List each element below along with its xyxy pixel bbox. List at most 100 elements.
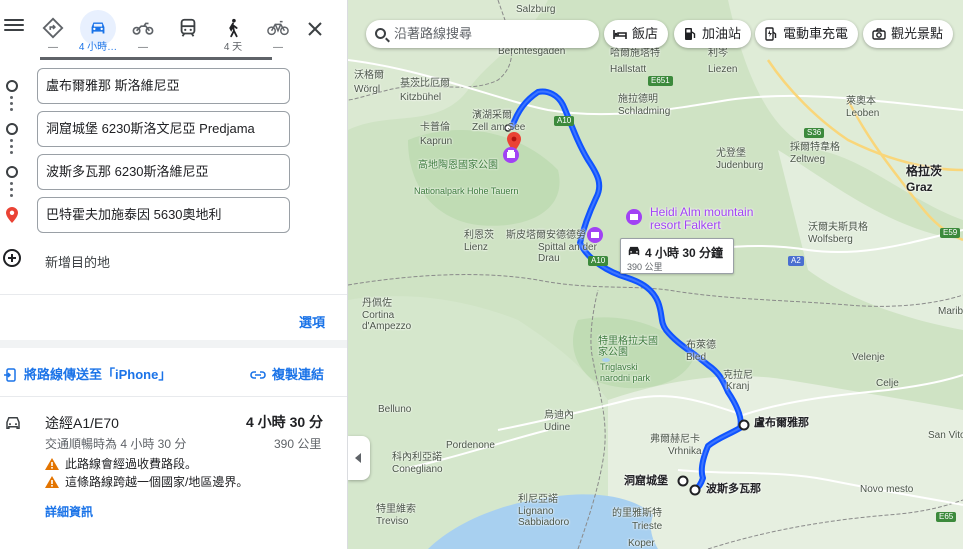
- chip-ev-charging[interactable]: 電動車充電: [755, 20, 859, 48]
- road-shield: E65: [936, 512, 957, 522]
- map-label: San Vito: [928, 430, 963, 441]
- mode-transit[interactable]: [166, 10, 210, 54]
- add-circle-icon: [3, 249, 21, 267]
- chip-hotels[interactable]: 飯店: [604, 20, 669, 48]
- route-traffic-note: 交通順暢時為 4 小時 30 分: [45, 437, 187, 451]
- chip-label: 電動車充電: [783, 26, 849, 41]
- mode-bike[interactable]: —: [256, 10, 300, 54]
- map-label: Koper: [628, 538, 655, 549]
- mode-best[interactable]: —: [31, 10, 75, 54]
- divider: [0, 396, 347, 397]
- road-shield: A10: [554, 116, 575, 126]
- chip-gas-stations[interactable]: 加油站: [674, 20, 752, 48]
- stop-list: 盧布爾雅那 斯洛維尼亞 洞窟城堡 6230斯洛文尼亞 Predjama 波斯多瓦…: [0, 66, 347, 238]
- map-label: Pordenone: [446, 440, 495, 451]
- stop-row: 盧布爾雅那 斯洛維尼亞: [0, 66, 347, 111]
- add-destination-button[interactable]: 新增目的地: [0, 245, 347, 275]
- map-label: Bled: [686, 352, 707, 363]
- destination-pin-icon: [6, 207, 18, 223]
- map-label: Schladming: [618, 106, 671, 117]
- warning-text: 這條路線跨越一個國家/地區邊界。: [65, 475, 249, 489]
- map-label: 濱湖采爾: [472, 110, 512, 121]
- map-label-park: Nationalpark Hohe Tauern: [414, 186, 519, 196]
- route-duration-callout[interactable]: 4 小時 30 分鐘 390 公里: [620, 238, 734, 274]
- mode-walk-label: 4 天: [223, 42, 243, 53]
- map-label-stop: 波斯多瓦那: [706, 483, 761, 495]
- map-label: 採爾特韋格: [790, 142, 840, 153]
- map-label-city: 格拉茨: [906, 164, 943, 178]
- send-to-phone-button[interactable]: 將路線傳送至「iPhone」: [4, 364, 171, 383]
- camera-icon: [872, 28, 886, 40]
- map-label: Trieste: [632, 521, 663, 532]
- road-shield: E59: [940, 228, 961, 238]
- mode-drive-label: 4 小時…: [78, 42, 118, 53]
- map-canvas[interactable]: Salzburg Berchtesgaden 哈爾施塔特 Hallstatt 利…: [348, 0, 963, 549]
- mode-selected-indicator: [40, 57, 272, 60]
- search-placeholder: 沿著路線搜尋: [394, 26, 473, 41]
- section-separator: [0, 340, 347, 348]
- car-icon: [4, 414, 22, 432]
- map-label: 萊奧本: [846, 96, 876, 107]
- map-label-poi: Heidi Alm mountain resort Falkert: [650, 205, 754, 232]
- stop-input-2[interactable]: 洞窟城堡 6230斯洛文尼亞 Predjama: [37, 111, 290, 147]
- stop-circle-icon: [6, 166, 18, 178]
- callout-duration: 4 小時 30 分鐘: [645, 246, 724, 260]
- map-label-park: 特里格拉夫國家公園: [598, 336, 658, 358]
- mode-motorcycle[interactable]: —: [121, 10, 165, 54]
- share-row: 將路線傳送至「iPhone」 複製連結: [0, 364, 347, 384]
- warning-icon: [45, 458, 59, 470]
- bed-icon: [613, 30, 627, 39]
- map-label: Novo mesto: [860, 484, 914, 495]
- map-label: 弗爾赫尼卡: [650, 434, 700, 445]
- stop-input-4[interactable]: 巴特霍夫加施泰因 5630奧地利: [37, 197, 290, 233]
- route-duration: 4 小時 30 分: [246, 414, 324, 430]
- chip-label: 飯店: [632, 26, 659, 41]
- stop-input-1[interactable]: 盧布爾雅那 斯洛維尼亞: [37, 68, 290, 104]
- warning-text: 此路線會經過收費路段。: [65, 457, 198, 471]
- map-label: 利尼亞諾: [518, 494, 558, 505]
- map-label: Lienz: [464, 242, 488, 253]
- map-label-park: 高地陶恩國家公園: [418, 160, 498, 171]
- collapse-panel-button[interactable]: [348, 436, 370, 480]
- map-label: 沃爾夫斯貝格: [808, 222, 868, 233]
- stop-circle-icon: [6, 80, 18, 92]
- map-label: 基茨比厄爾: [400, 78, 450, 89]
- route-distance: 390 公里: [274, 437, 322, 451]
- directions-panel: — 4 小時… — 4 天 — 盧布爾雅那 斯洛維尼亞 洞窟城堡 6230斯洛文…: [0, 0, 348, 549]
- map-label: 利岑: [708, 48, 728, 59]
- search-along-route-input[interactable]: 沿著路線搜尋: [366, 20, 599, 48]
- route-via: 途經A1/E70: [45, 415, 119, 431]
- divider: [0, 294, 347, 295]
- directions-diamond-icon: [35, 10, 71, 46]
- close-icon[interactable]: [304, 18, 326, 40]
- walking-icon: [215, 10, 251, 46]
- map-label: Wolfsberg: [808, 234, 853, 245]
- stop-circle-icon: [6, 123, 18, 135]
- map-label: 烏迪內: [544, 410, 574, 421]
- chip-label: 觀光景點: [891, 26, 944, 41]
- send-to-phone-label: 將路線傳送至「iPhone」: [24, 367, 172, 382]
- road-shield: A2: [788, 256, 804, 266]
- send-to-device-icon: [4, 368, 16, 382]
- map-label: 克拉尼: [723, 370, 753, 381]
- route-option[interactable]: 途經A1/E70 4 小時 30 分 交通順暢時為 4 小時 30 分 390 …: [0, 404, 347, 544]
- maps-app: — 4 小時… — 4 天 — 盧布爾雅那 斯洛維尼亞 洞窟城堡 6230斯洛文…: [0, 0, 963, 549]
- road-shield: S36: [804, 128, 825, 138]
- map-label: Cortina d'Ampezzo: [362, 310, 412, 332]
- copy-link-label: 複製連結: [272, 367, 325, 382]
- route-warning-border: 這條路線跨越一個國家/地區邊界。: [45, 473, 248, 490]
- chip-attractions[interactable]: 觀光景點: [863, 20, 954, 48]
- car-icon: [80, 10, 116, 46]
- map-label: Udine: [544, 422, 571, 433]
- mode-walk[interactable]: 4 天: [211, 10, 255, 54]
- ev-charger-icon: [765, 27, 777, 41]
- menu-icon[interactable]: [4, 16, 24, 36]
- map-label: Kitzbühel: [400, 92, 442, 103]
- copy-link-button[interactable]: 複製連結: [250, 364, 324, 383]
- mode-drive[interactable]: 4 小時…: [76, 10, 120, 54]
- bicycle-icon: [260, 10, 296, 46]
- details-link[interactable]: 詳細資訊: [45, 503, 93, 520]
- stop-input-3[interactable]: 波斯多瓦那 6230斯洛維尼亞: [37, 154, 290, 190]
- options-button[interactable]: 選項: [299, 312, 325, 331]
- map-label: 尤登堡: [716, 148, 746, 159]
